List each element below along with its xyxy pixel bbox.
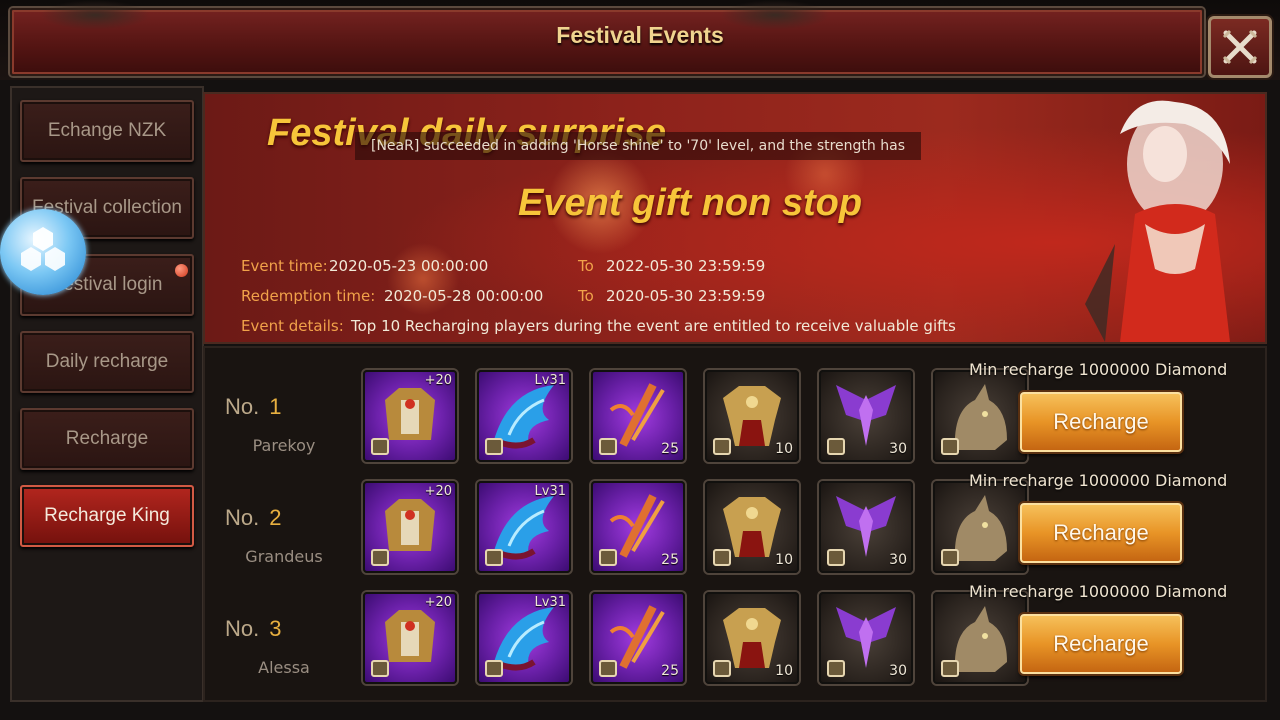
reward-slot[interactable]: Lv31 — [477, 592, 571, 684]
floating-assistant-button[interactable] — [0, 209, 86, 295]
reward-slot[interactable]: +20 — [363, 481, 457, 573]
sidebar-item-label: Recharge — [65, 428, 149, 449]
reward-slot[interactable]: 30 — [819, 592, 913, 684]
min-recharge-text: Min recharge 1000000 Diamond — [969, 582, 1228, 601]
rank-number: No. 3 — [225, 616, 282, 641]
bound-lock-icon — [941, 660, 959, 677]
reward-slot[interactable]: 10 — [705, 481, 799, 573]
redemption-time-to-label: To — [578, 287, 594, 305]
close-button[interactable] — [1208, 16, 1272, 78]
reward-slot[interactable] — [933, 370, 1027, 462]
sidebar-item-recharge[interactable]: Recharge — [20, 408, 194, 470]
ranking-panel: No. 1 Parekoy +20 Lv31 25 10 30 Min rech… — [203, 346, 1267, 702]
bound-lock-icon — [827, 549, 845, 566]
reward-slot[interactable] — [933, 481, 1027, 573]
bound-lock-icon — [485, 660, 503, 677]
redemption-time-start: 2020-05-28 00:00:00 — [384, 287, 544, 305]
title-bar: Festival Events — [0, 0, 1280, 80]
rank-number: No. 1 — [225, 394, 282, 419]
reward-slot[interactable]: 25 — [591, 481, 685, 573]
rank-number: No. 2 — [225, 505, 282, 530]
recharge-button[interactable]: Recharge — [1020, 392, 1182, 452]
bound-lock-icon — [371, 660, 389, 677]
min-recharge-text: Min recharge 1000000 Diamond — [969, 360, 1228, 379]
event-details-label: Event details: — [241, 317, 344, 335]
reward-slot[interactable]: 30 — [819, 481, 913, 573]
reward-slot[interactable]: 30 — [819, 370, 913, 462]
bound-lock-icon — [713, 549, 731, 566]
bound-lock-icon — [371, 549, 389, 566]
event-time-end: 2022-05-30 23:59:59 — [606, 257, 766, 275]
notification-dot — [175, 264, 188, 277]
bound-lock-icon — [371, 438, 389, 455]
bound-lock-icon — [599, 549, 617, 566]
bound-lock-icon — [713, 660, 731, 677]
window-title: Festival Events — [556, 22, 724, 48]
sidebar-item-recharge-king[interactable]: Recharge King — [20, 485, 194, 547]
sidebar-item-label: Recharge King — [44, 505, 170, 526]
player-name: Alessa — [258, 658, 310, 677]
bound-lock-icon — [827, 660, 845, 677]
min-recharge-text: Min recharge 1000000 Diamond — [969, 471, 1228, 490]
event-sidebar: Echange NZK Festival collection Festival… — [10, 86, 204, 702]
event-time-to-label: To — [578, 257, 594, 275]
redemption-time-label: Redemption time: — [241, 287, 376, 305]
reward-slot[interactable]: +20 — [363, 592, 457, 684]
sidebar-item-echange-nzk[interactable]: Echange NZK — [20, 100, 194, 162]
reward-slot[interactable]: +20 — [363, 370, 457, 462]
bound-lock-icon — [599, 438, 617, 455]
recharge-button[interactable]: Recharge — [1020, 614, 1182, 674]
hexagon-cluster-icon — [21, 227, 65, 271]
reward-slot[interactable]: Lv31 — [477, 481, 571, 573]
ranking-row: No. 1 Parekoy +20 Lv31 25 10 30 Min rech… — [205, 360, 1265, 466]
close-icon — [1222, 29, 1258, 65]
sidebar-item-label: Echange NZK — [47, 120, 167, 141]
bound-lock-icon — [599, 660, 617, 677]
event-time-label: Event time: — [241, 257, 328, 275]
bound-lock-icon — [941, 438, 959, 455]
player-name: Parekoy — [252, 436, 316, 455]
recharge-button[interactable]: Recharge — [1020, 503, 1182, 563]
reward-slot[interactable]: 25 — [591, 370, 685, 462]
bound-lock-icon — [485, 549, 503, 566]
redemption-time-end: 2020-05-30 23:59:59 — [606, 287, 766, 305]
sidebar-item-daily-recharge[interactable]: Daily recharge — [20, 331, 194, 393]
bound-lock-icon — [941, 549, 959, 566]
ranking-row: No. 2 Grandeus +20 Lv31 25 10 30 Min rec… — [205, 471, 1265, 577]
bound-lock-icon — [713, 438, 731, 455]
ranking-row: No. 3 Alessa +20 Lv31 25 10 30 Min recha… — [205, 582, 1265, 688]
event-details-text: Top 10 Recharging players during the eve… — [351, 317, 956, 335]
player-name: Grandeus — [245, 547, 323, 566]
heroine-illustration — [1085, 100, 1230, 342]
bound-lock-icon — [827, 438, 845, 455]
reward-slot[interactable]: 10 — [705, 370, 799, 462]
event-banner: Festival daily surprise [NeaR] succeeded… — [203, 92, 1267, 344]
sidebar-item-label: Daily recharge — [45, 351, 169, 372]
reward-slot[interactable]: 25 — [591, 592, 685, 684]
reward-slot[interactable]: 10 — [705, 592, 799, 684]
system-ticker: [NeaR] succeeded in adding 'Horse shine'… — [355, 132, 921, 160]
banner-subheading: Event gift non stop — [518, 182, 863, 224]
reward-slot[interactable] — [933, 592, 1027, 684]
reward-slot[interactable]: Lv31 — [477, 370, 571, 462]
bound-lock-icon — [485, 438, 503, 455]
event-time-start: 2020-05-23 00:00:00 — [329, 257, 489, 275]
